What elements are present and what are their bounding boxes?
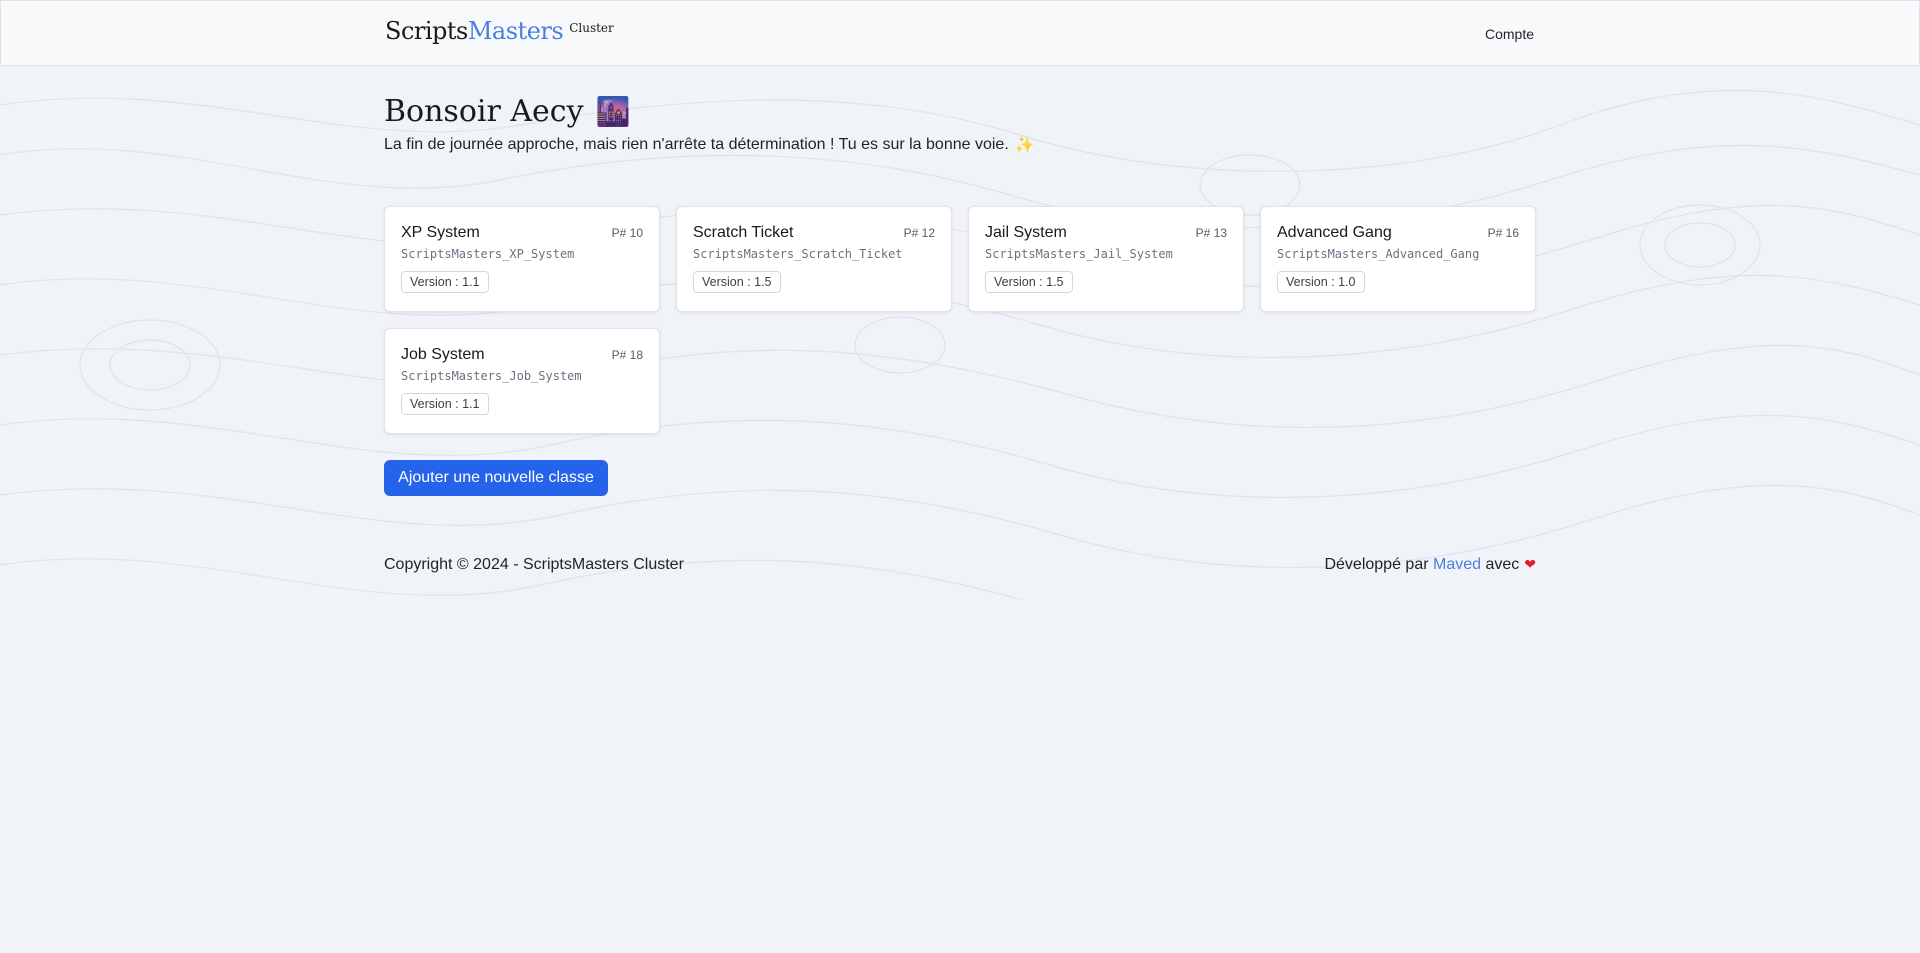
class-name: Advanced Gang (1277, 224, 1392, 241)
class-card[interactable]: Jail System P# 13 ScriptsMasters_Jail_Sy… (968, 206, 1244, 312)
class-slug: ScriptsMasters_Job_System (401, 369, 582, 383)
class-slug: ScriptsMasters_Scratch_Ticket (693, 247, 903, 261)
brand-name-part2: Masters (467, 17, 564, 45)
class-slug: ScriptsMasters_Advanced_Gang (1277, 247, 1480, 261)
class-name: Job System (401, 346, 485, 363)
sparkles-icon: ✨ (1014, 135, 1035, 154)
class-slug: ScriptsMasters_Jail_System (985, 247, 1173, 261)
top-navbar: Scripts Masters Cluster Compte (0, 0, 1920, 66)
class-card[interactable]: Advanced Gang P# 16 ScriptsMasters_Advan… (1260, 206, 1536, 312)
class-name: Scratch Ticket (693, 224, 794, 241)
footer-credits: Développé par Maved avec ❤ (1324, 556, 1536, 574)
version-badge: Version : 1.5 (985, 271, 1073, 293)
class-id: P# 10 (611, 226, 643, 240)
add-class-button[interactable]: Ajouter une nouvelle classe (384, 460, 608, 496)
class-id: P# 18 (611, 348, 643, 362)
cityscape-icon: 🌆 (595, 95, 631, 128)
class-id: P# 12 (903, 226, 935, 240)
greeting-subtitle: La fin de journée approche, mais rien n'… (384, 135, 1035, 154)
with-text: avec (1481, 556, 1520, 573)
version-badge: Version : 1.1 (401, 271, 489, 293)
greeting-text: Bonsoir Aecy (384, 94, 584, 129)
subtitle-text: La fin de journée approche, mais rien n'… (384, 135, 1009, 153)
class-card[interactable]: Job System P# 18 ScriptsMasters_Job_Syst… (384, 328, 660, 434)
footer-copyright: Copyright © 2024 - ScriptsMasters Cluste… (384, 556, 684, 573)
brand-suffix: Cluster (569, 21, 614, 35)
greeting-title: Bonsoir Aecy 🌆 (384, 94, 630, 129)
class-card[interactable]: XP System P# 10 ScriptsMasters_XP_System… (384, 206, 660, 312)
version-badge: Version : 1.5 (693, 271, 781, 293)
class-slug: ScriptsMasters_XP_System (401, 247, 575, 261)
account-link[interactable]: Compte (1485, 26, 1534, 42)
brand-name-part1: Scripts (385, 17, 468, 45)
class-name: XP System (401, 224, 480, 241)
class-id: P# 13 (1195, 226, 1227, 240)
class-name: Jail System (985, 224, 1067, 241)
class-id: P# 16 (1487, 226, 1519, 240)
brand-logo[interactable]: Scripts Masters Cluster (385, 17, 614, 45)
developer-link[interactable]: Maved (1433, 556, 1481, 574)
version-badge: Version : 1.0 (1277, 271, 1365, 293)
class-card[interactable]: Scratch Ticket P# 12 ScriptsMasters_Scra… (676, 206, 952, 312)
version-badge: Version : 1.1 (401, 393, 489, 415)
developed-by-text: Développé par (1324, 556, 1433, 573)
heart-icon: ❤ (1524, 557, 1536, 573)
